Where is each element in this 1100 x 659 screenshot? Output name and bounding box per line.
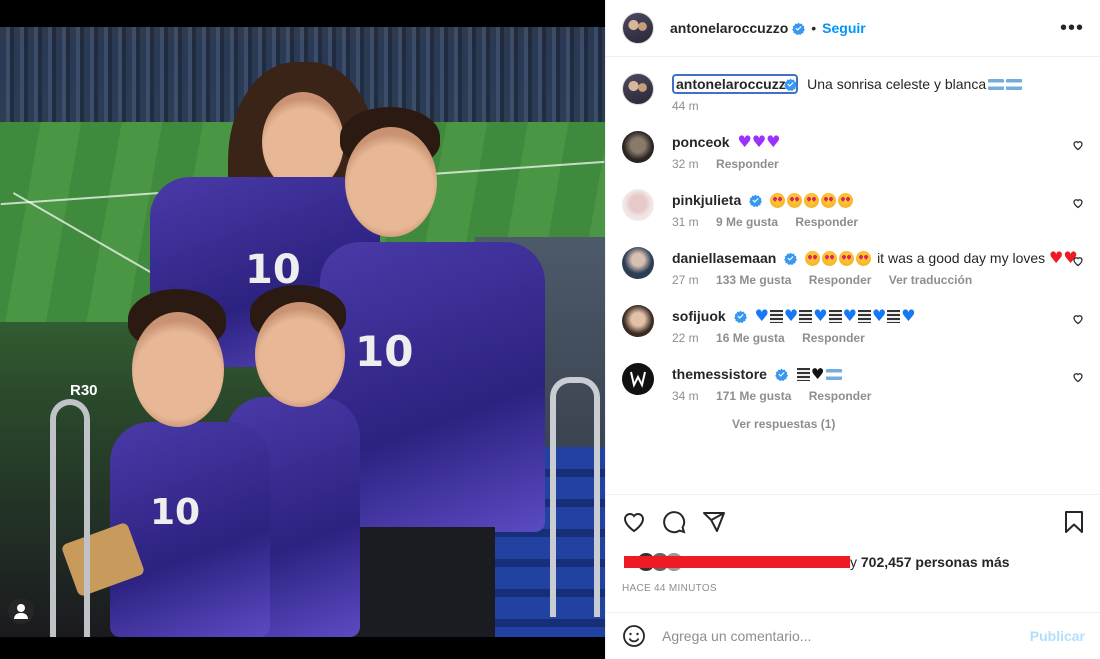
comments-list[interactable]: antonelaroccuzzo Una sonrisa celeste y b… xyxy=(606,57,1100,494)
likes-count[interactable]: 702,457 xyxy=(861,554,912,570)
railing xyxy=(50,399,90,637)
author-avatar[interactable] xyxy=(622,73,654,105)
likes-suffix: personas más xyxy=(911,554,1010,570)
view-replies-button[interactable]: Ver respuestas (1) xyxy=(732,417,1084,431)
comment-time: 22 m xyxy=(672,331,699,345)
reply-button[interactable]: Responder xyxy=(809,273,872,287)
caption-time: 44 m xyxy=(672,99,699,113)
post-caption: antonelaroccuzzo Una sonrisa celeste y b… xyxy=(622,73,1084,113)
verified-badge-icon xyxy=(784,78,798,91)
commenter-avatar[interactable] xyxy=(622,247,654,279)
comment-time: 32 m xyxy=(672,157,699,171)
see-translation-button[interactable]: Ver traducción xyxy=(889,273,972,287)
post-sidebar: antonelaroccuzzo • Seguir ••• antonelaro… xyxy=(605,0,1100,659)
flag-black-heart-emoji: ♥ xyxy=(796,365,843,383)
share-paper-plane-icon[interactable] xyxy=(702,510,726,534)
commenter-avatar[interactable] xyxy=(622,189,654,221)
commenter-avatar[interactable] xyxy=(622,363,654,395)
follow-button[interactable]: Seguir xyxy=(822,20,866,36)
liker-avatars xyxy=(622,552,850,572)
commenter-username[interactable]: pinkjulieta xyxy=(672,192,741,208)
like-comment-heart-icon[interactable] xyxy=(1072,313,1084,325)
commenter-avatar[interactable] xyxy=(622,131,654,163)
post-header: antonelaroccuzzo • Seguir ••• xyxy=(606,0,1100,57)
like-comment-heart-icon[interactable] xyxy=(1072,139,1084,151)
messi-store-logo-icon xyxy=(630,371,646,388)
argentina-flag-icon xyxy=(1006,79,1023,90)
verified-badge-icon xyxy=(749,194,763,207)
commenter-username[interactable]: ponceok xyxy=(672,134,730,150)
railing xyxy=(550,377,600,617)
reply-button[interactable]: Responder xyxy=(809,389,872,403)
reply-button[interactable]: Responder xyxy=(802,331,865,345)
add-comment-bar: Publicar xyxy=(606,612,1100,659)
comment-item: daniellasemaan it was a good day my love… xyxy=(622,247,1084,287)
comment-likes[interactable]: 133 Me gusta xyxy=(716,273,791,287)
comment-text: it was a good day my loves xyxy=(877,250,1046,266)
redaction-bar xyxy=(624,556,850,568)
heart-eyes-emoji xyxy=(805,250,873,266)
verified-badge-icon xyxy=(733,310,747,323)
author-avatar[interactable] xyxy=(622,12,654,44)
comment-item: ponceok ♥♥♥ 32 m Responder xyxy=(622,131,1084,171)
comment-item: themessistore ♥ 34 m 171 Me gusta Respon… xyxy=(622,363,1084,403)
likes-summary[interactable]: y 702,457 personas más xyxy=(622,552,1085,572)
comment-likes[interactable]: 16 Me gusta xyxy=(716,331,785,345)
purple-hearts-emoji: ♥♥♥ xyxy=(737,132,781,151)
comment-input[interactable] xyxy=(662,628,1030,644)
post-photo-panel: 10 10 10 R30 xyxy=(0,0,605,659)
comment-time: 31 m xyxy=(672,215,699,229)
heart-eyes-emoji xyxy=(770,192,855,208)
commenter-username[interactable]: sofijuok xyxy=(672,308,726,324)
comment-item: sofijuok ♥ ♥ ♥ ♥ ♥ ♥ 22 m 16 Me gusta Respond… xyxy=(622,305,1084,345)
likes-prefix: y xyxy=(850,554,861,570)
reply-button[interactable]: Responder xyxy=(795,215,858,229)
blue-hearts-emoji: ♥ ♥ ♥ ♥ ♥ ♥ xyxy=(754,306,916,325)
like-comment-heart-icon[interactable] xyxy=(1072,197,1084,209)
comment-bubble-icon[interactable] xyxy=(662,510,686,534)
commenter-username[interactable]: daniellasemaan xyxy=(672,250,776,266)
comment-time: 27 m xyxy=(672,273,699,287)
like-comment-heart-icon[interactable] xyxy=(1072,255,1084,267)
bookmark-icon[interactable] xyxy=(1063,510,1085,534)
reply-button[interactable]: Responder xyxy=(716,157,779,171)
publish-button[interactable]: Publicar xyxy=(1030,628,1085,644)
like-comment-heart-icon[interactable] xyxy=(1072,371,1084,383)
jersey-number: 10 xyxy=(150,492,201,533)
argentina-flag-icon xyxy=(988,79,1005,90)
verified-badge-icon xyxy=(784,252,798,265)
caption-text: Una sonrisa celeste y blanca xyxy=(807,76,987,92)
verified-badge-icon xyxy=(775,368,788,381)
post-timestamp: HACE 44 MINUTOS xyxy=(622,583,717,594)
commenter-avatar[interactable] xyxy=(622,305,654,337)
verified-badge-icon xyxy=(792,22,806,35)
comment-likes[interactable]: 171 Me gusta xyxy=(716,389,791,403)
post-actions: y 702,457 personas más HACE 44 MINUTOS xyxy=(606,494,1100,594)
stadium-board-text: R30 xyxy=(70,382,98,399)
comment-item: pinkjulieta 31 m 9 Me gusta Responder xyxy=(622,189,1084,229)
author-username[interactable]: antonelaroccuzzo xyxy=(670,20,788,36)
like-heart-icon[interactable] xyxy=(622,510,646,534)
tagged-user-icon[interactable] xyxy=(8,598,34,624)
emoji-picker-icon[interactable] xyxy=(622,624,646,648)
comment-likes[interactable]: 9 Me gusta xyxy=(716,215,778,229)
separator-dot: • xyxy=(811,20,817,36)
more-options-icon[interactable]: ••• xyxy=(1060,17,1084,40)
post-photo[interactable]: 10 10 10 R30 xyxy=(0,27,605,637)
caption-username[interactable]: antonelaroccuzzo xyxy=(672,74,799,94)
commenter-username[interactable]: themessistore xyxy=(672,366,767,382)
comment-time: 34 m xyxy=(672,389,699,403)
jersey-number: 10 xyxy=(355,327,414,376)
